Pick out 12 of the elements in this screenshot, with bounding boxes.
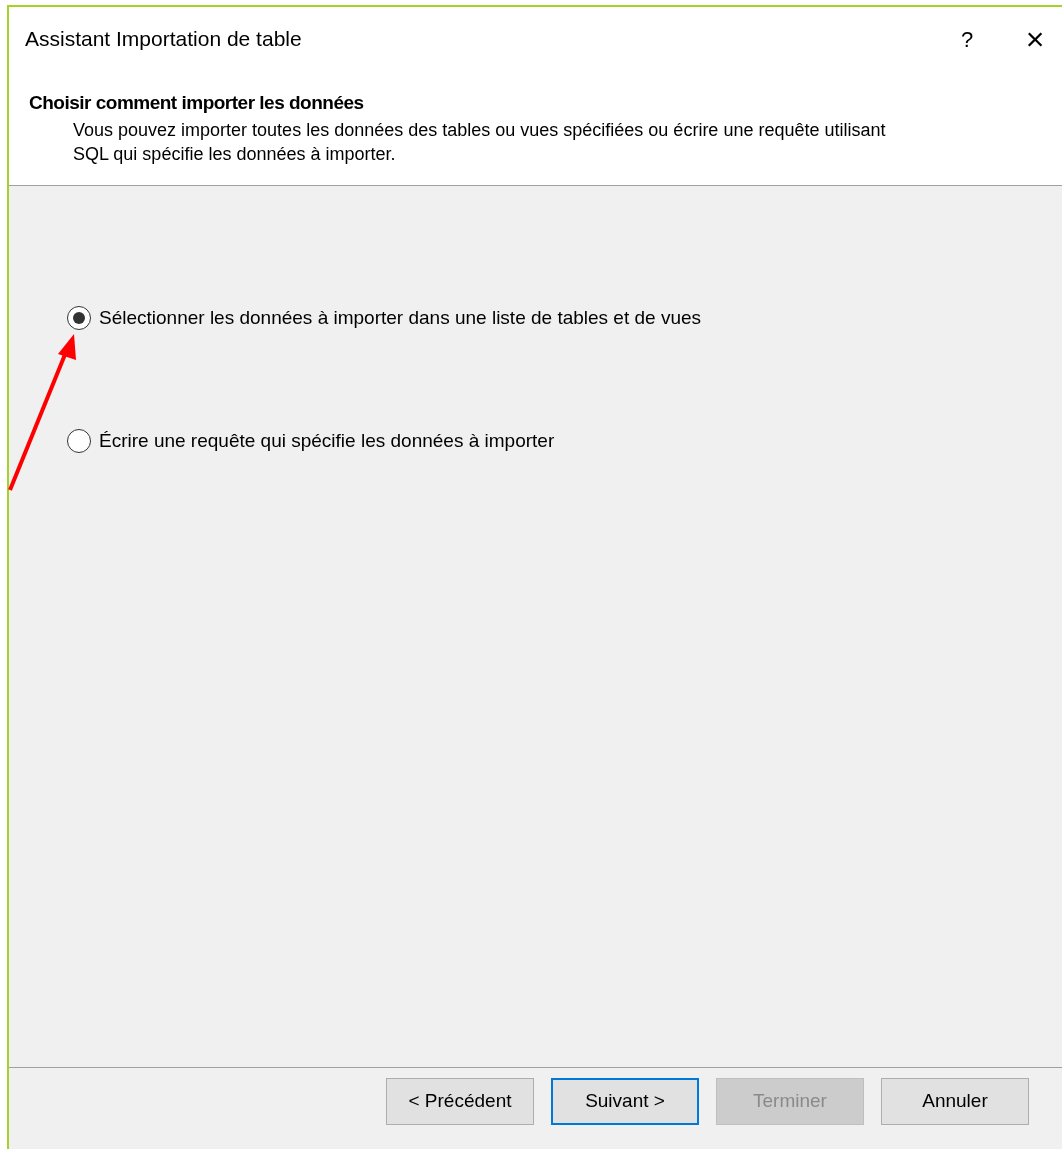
step-description: Vous pouvez importer toutes les données des tables ou vues spécifiées ou écrire une requête utilisant SQL qui spécifie les données à importer.: [72, 118, 887, 166]
dialog-button[interactable]: Annuler: [881, 1078, 1029, 1125]
radio-button[interactable]: [67, 306, 91, 331]
dialog-button[interactable]: Suivant >: [551, 1078, 699, 1125]
step-title: Choisir comment importer les données: [29, 91, 365, 115]
close-button[interactable]: ×: [1012, 19, 1058, 59]
dialog-button[interactable]: < Précédent: [386, 1078, 534, 1125]
help-button[interactable]: ?: [944, 19, 990, 59]
radio-button[interactable]: [67, 428, 91, 453]
radio-option[interactable]: Écrire une requête qui spécifie les données à importer: [67, 426, 1062, 455]
window-title: Assistant Importation de table: [25, 26, 303, 53]
radio-option[interactable]: Sélectionner les données à importer dans une liste de tables et de vues: [67, 304, 1062, 333]
